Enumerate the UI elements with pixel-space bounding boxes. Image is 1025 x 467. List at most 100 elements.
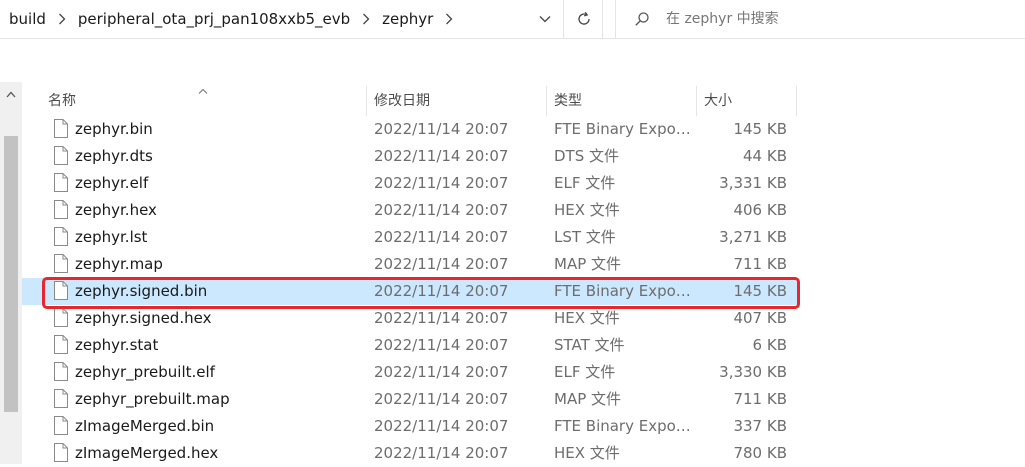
file-date: 2022/11/14 20:07 — [374, 390, 509, 408]
search-box[interactable] — [616, 0, 1025, 38]
file-row[interactable]: zephyr.stat 2022/11/14 20:07 STAT 文件 6 K… — [22, 332, 798, 359]
search-icon — [634, 11, 650, 27]
file-name: zImageMerged.hex — [75, 444, 219, 462]
breadcrumb-item-zephyr[interactable]: zephyr — [379, 10, 436, 28]
file-type: HEX 文件 — [554, 444, 620, 462]
file-name: zephyr.signed.hex — [75, 309, 212, 327]
file-size: 3,271 KB — [719, 228, 787, 246]
column-divider[interactable] — [366, 86, 367, 116]
file-size: 145 KB — [733, 120, 787, 138]
file-icon — [54, 119, 68, 138]
file-date: 2022/11/14 20:07 — [374, 282, 509, 300]
refresh-icon — [578, 11, 590, 25]
file-name: zephyr.signed.bin — [75, 282, 208, 300]
file-name: zephyr_prebuilt.elf — [75, 363, 215, 381]
scroll-up-button[interactable] — [0, 82, 22, 106]
file-list: zephyr.bin 2022/11/14 20:07 FTE Binary E… — [22, 116, 798, 467]
file-type: LST 文件 — [554, 228, 616, 246]
file-name: zephyr.dts — [75, 147, 153, 165]
column-name-label: 名称 — [48, 93, 76, 109]
file-type: MAP 文件 — [554, 390, 622, 408]
chevron-up-icon — [6, 91, 16, 97]
address-bar: build peripheral_ota_prj_pan108xxb5_evb … — [0, 0, 1025, 39]
column-divider[interactable] — [696, 86, 697, 116]
file-date: 2022/11/14 20:07 — [374, 363, 509, 381]
file-row[interactable]: zephyr.signed.hex 2022/11/14 20:07 HEX 文… — [22, 305, 798, 332]
file-type: FTE Binary Exporter — [554, 417, 694, 435]
file-type: FTE Binary Exporter — [554, 120, 694, 138]
vertical-scrollbar[interactable] — [0, 82, 22, 464]
file-icon — [54, 227, 68, 246]
file-row[interactable]: zephyr.bin 2022/11/14 20:07 FTE Binary E… — [22, 116, 798, 143]
file-name: zephyr_prebuilt.map — [75, 390, 230, 408]
file-type: MAP 文件 — [554, 255, 622, 273]
file-type: DTS 文件 — [554, 147, 620, 165]
column-size[interactable]: 大小 — [704, 82, 796, 118]
file-row[interactable]: zephyr.map 2022/11/14 20:07 MAP 文件 711 K… — [22, 251, 798, 278]
file-date: 2022/11/14 20:07 — [374, 444, 509, 462]
file-type: HEX 文件 — [554, 201, 620, 219]
file-row[interactable]: zephyr.elf 2022/11/14 20:07 ELF 文件 3,331… — [22, 170, 798, 197]
column-header: 名称 修改日期 类型 大小 — [22, 82, 798, 118]
address-history-dropdown[interactable] — [530, 6, 560, 32]
breadcrumb[interactable]: build peripheral_ota_prj_pan108xxb5_evb … — [0, 0, 562, 38]
file-date: 2022/11/14 20:07 — [374, 336, 509, 354]
file-icon — [54, 254, 68, 273]
file-row[interactable]: zephyr_prebuilt.map 2022/11/14 20:07 MAP… — [22, 386, 798, 413]
file-date: 2022/11/14 20:07 — [374, 228, 509, 246]
file-icon — [54, 389, 68, 408]
file-name: zephyr.lst — [75, 228, 148, 246]
search-input[interactable] — [664, 10, 988, 28]
scroll-thumb[interactable] — [4, 136, 18, 412]
file-size: 407 KB — [733, 309, 787, 327]
file-row[interactable]: zephyr_prebuilt.elf 2022/11/14 20:07 ELF… — [22, 359, 798, 386]
file-icon — [54, 200, 68, 219]
column-date[interactable]: 修改日期 — [374, 82, 546, 118]
file-type: FTE Binary Exporter — [554, 282, 694, 300]
file-icon — [54, 362, 68, 381]
breadcrumb-item-project[interactable]: peripheral_ota_prj_pan108xxb5_evb — [75, 10, 353, 28]
file-name: zephyr.hex — [75, 201, 157, 219]
file-row[interactable]: zImageMerged.hex 2022/11/14 20:07 HEX 文件… — [22, 440, 798, 467]
file-date: 2022/11/14 20:07 — [374, 147, 509, 165]
file-row[interactable]: zephyr.lst 2022/11/14 20:07 LST 文件 3,271… — [22, 224, 798, 251]
column-type-label: 类型 — [554, 93, 582, 109]
refresh-button[interactable] — [569, 6, 599, 32]
column-size-label: 大小 — [704, 93, 732, 109]
column-divider[interactable] — [796, 86, 797, 116]
file-icon — [54, 173, 68, 192]
column-divider[interactable] — [546, 86, 547, 116]
breadcrumb-item-build[interactable]: build — [0, 10, 49, 28]
file-type: ELF 文件 — [554, 174, 616, 192]
file-date: 2022/11/14 20:07 — [374, 120, 509, 138]
chevron-right-icon[interactable] — [436, 13, 462, 25]
file-size: 3,330 KB — [719, 363, 787, 381]
file-row-selected[interactable]: zephyr.signed.bin 2022/11/14 20:07 FTE B… — [22, 278, 798, 305]
file-icon — [54, 335, 68, 354]
file-type: STAT 文件 — [554, 336, 625, 354]
file-row[interactable]: zImageMerged.bin 2022/11/14 20:07 FTE Bi… — [22, 413, 798, 440]
file-date: 2022/11/14 20:07 — [374, 174, 509, 192]
file-size: 3,331 KB — [719, 174, 787, 192]
file-icon — [54, 281, 68, 300]
file-name: zephyr.elf — [75, 174, 149, 192]
chevron-right-icon[interactable] — [353, 13, 379, 25]
file-date: 2022/11/14 20:07 — [374, 417, 509, 435]
file-name: zephyr.map — [75, 255, 163, 273]
file-size: 711 KB — [733, 255, 787, 273]
file-name: zephyr.stat — [75, 336, 159, 354]
chevron-right-icon[interactable] — [49, 13, 75, 25]
chevron-down-icon — [539, 16, 551, 23]
file-size: 406 KB — [733, 201, 787, 219]
file-size: 780 KB — [733, 444, 787, 462]
column-type[interactable]: 类型 — [554, 82, 696, 118]
file-row[interactable]: zephyr.dts 2022/11/14 20:07 DTS 文件 44 KB — [22, 143, 798, 170]
file-date: 2022/11/14 20:07 — [374, 255, 509, 273]
file-row[interactable]: zephyr.hex 2022/11/14 20:07 HEX 文件 406 K… — [22, 197, 798, 224]
file-icon — [54, 416, 68, 435]
file-size: 711 KB — [733, 390, 787, 408]
file-size: 337 KB — [733, 417, 787, 435]
file-icon — [54, 308, 68, 327]
column-date-label: 修改日期 — [374, 93, 430, 109]
column-name[interactable]: 名称 — [48, 82, 366, 118]
